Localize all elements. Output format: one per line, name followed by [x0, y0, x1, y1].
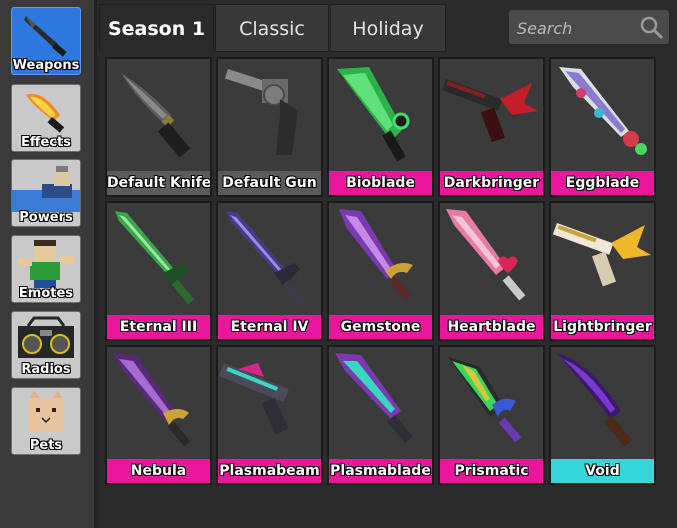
prismatic-icon — [448, 357, 522, 443]
item-card[interactable]: Default Gun — [216, 57, 323, 197]
item-name: Default Gun — [218, 171, 321, 195]
nebula-icon — [113, 353, 191, 447]
sidebar-item-emotes[interactable]: Emotes — [11, 235, 81, 303]
category-sidebar: Weapons Effects Powers Emotes Radios Pet… — [0, 0, 94, 528]
knife-icon — [24, 16, 67, 57]
emote-character-icon — [18, 240, 74, 288]
search-icon[interactable] — [639, 15, 663, 39]
flame-knife-icon — [26, 93, 65, 133]
eggblade-icon — [559, 67, 647, 155]
default-knife-icon — [121, 73, 191, 158]
boombox-icon — [18, 316, 74, 358]
item-name: Void — [551, 459, 654, 483]
item-name: Plasmabeam — [218, 459, 321, 483]
tab-season-1[interactable]: Season 1 — [99, 4, 214, 52]
sidebar-item-label: Effects — [21, 135, 71, 150]
tab-holiday[interactable]: Holiday — [330, 4, 446, 52]
item-card[interactable]: Eternal III — [105, 201, 212, 341]
item-name: Nebula — [107, 459, 210, 483]
sidebar-item-pets[interactable]: Pets — [11, 387, 81, 455]
sidebar-item-radios[interactable]: Radios — [11, 311, 81, 379]
void-icon — [557, 353, 633, 447]
item-name: Lightbringer — [551, 315, 654, 339]
item-name: Eternal IV — [218, 315, 321, 339]
power-character-icon — [12, 166, 80, 212]
gemstone-icon — [339, 209, 413, 301]
sidebar-item-label: Pets — [29, 438, 63, 453]
item-card[interactable]: Prismatic — [438, 345, 545, 485]
item-name: Plasmablade — [329, 459, 432, 483]
item-card[interactable]: Void — [549, 345, 656, 485]
sidebar-item-powers[interactable]: Powers — [11, 159, 81, 227]
item-card[interactable]: Plasmabeam — [216, 345, 323, 485]
item-card[interactable]: Nebula — [105, 345, 212, 485]
item-name: Default Knife — [107, 171, 210, 195]
search-input[interactable] — [515, 14, 637, 42]
sidebar-item-effects[interactable]: Effects — [11, 84, 81, 152]
default-gun-icon — [224, 69, 298, 155]
item-card[interactable]: Gemstone — [327, 201, 434, 341]
pet-cat-icon — [28, 390, 64, 432]
item-name: Eternal III — [107, 315, 210, 339]
heartblade-icon — [446, 209, 526, 301]
item-name: Gemstone — [329, 315, 432, 339]
item-card[interactable]: Bioblade — [327, 57, 434, 197]
sidebar-item-label: Powers — [19, 210, 73, 225]
item-card[interactable]: Eternal IV — [216, 201, 323, 341]
lightbringer-icon — [552, 223, 651, 287]
darkbringer-icon — [441, 79, 538, 143]
item-card[interactable]: Darkbringer — [438, 57, 545, 197]
item-card[interactable]: Lightbringer — [549, 201, 656, 341]
item-name: Darkbringer — [440, 171, 543, 195]
item-name: Heartblade — [440, 315, 543, 339]
item-name: Prismatic — [440, 459, 543, 483]
item-card[interactable]: Plasmablade — [327, 345, 434, 485]
search-box — [509, 10, 669, 44]
item-card[interactable]: Eggblade — [549, 57, 656, 197]
sidebar-item-label: Radios — [21, 362, 71, 377]
item-card[interactable]: Heartblade — [438, 201, 545, 341]
sidebar-item-label: Emotes — [18, 286, 74, 301]
sidebar-item-weapons[interactable]: Weapons — [11, 7, 81, 75]
plasmabeam-icon — [218, 363, 289, 435]
item-name: Eggblade — [551, 171, 654, 195]
inventory-panel: Season 1 Classic Holiday Default Knife — [94, 0, 677, 528]
plasmablade-icon — [335, 353, 413, 443]
bioblade-icon — [337, 67, 410, 162]
sidebar-item-label: Weapons — [12, 58, 80, 73]
item-card[interactable]: Default Knife — [105, 57, 212, 197]
tab-classic[interactable]: Classic — [215, 4, 329, 52]
eternal-iii-icon — [115, 211, 195, 305]
eternal-iv-icon — [226, 211, 306, 305]
item-name: Bioblade — [329, 171, 432, 195]
